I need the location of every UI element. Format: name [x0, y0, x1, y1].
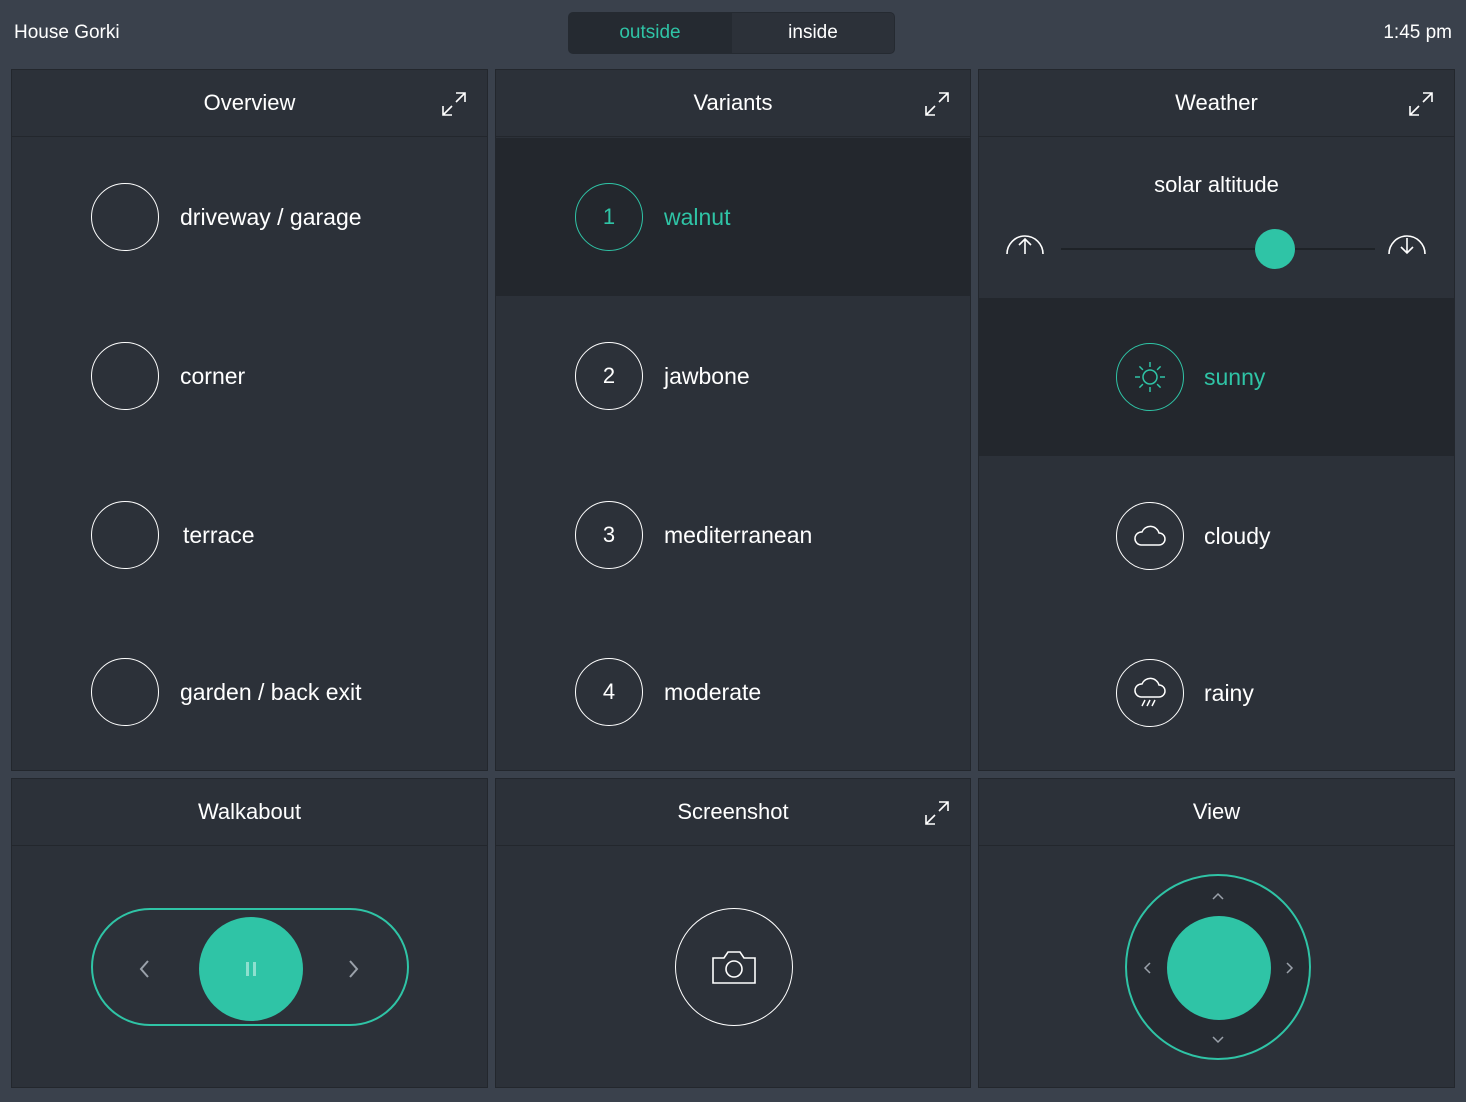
rain-cloud-icon [1116, 659, 1184, 727]
overview-item-label: garden / back exit [180, 679, 362, 705]
variant-label: jawbone [664, 363, 750, 389]
weather-title: Weather [1175, 90, 1258, 115]
overview-item-label: terrace [183, 522, 255, 548]
view-panel: View [978, 778, 1455, 1088]
overview-item-driveway[interactable]: driveway / garage [12, 138, 487, 296]
pause-icon [246, 962, 256, 976]
tab-outside[interactable]: outside [569, 13, 731, 53]
overview-header: Overview [12, 70, 487, 137]
expand-icon[interactable] [924, 91, 950, 117]
overview-item-label: driveway / garage [180, 204, 362, 230]
walkabout-title: Walkabout [197, 799, 302, 824]
weather-item-rainy[interactable]: rainy [979, 614, 1454, 772]
camera-icon [712, 951, 756, 984]
take-screenshot-button[interactable] [675, 908, 793, 1026]
variant-number: 3 [575, 501, 643, 569]
variants-header: Variants [496, 70, 970, 137]
weather-label: rainy [1204, 680, 1254, 706]
cloud-icon [1116, 502, 1184, 570]
chevron-right-icon[interactable] [341, 954, 365, 984]
view-joystick [1125, 874, 1311, 1060]
overview-panel: Overview driveway / garage corner terrac… [11, 69, 488, 771]
variant-item-mediterranean[interactable]: 3 mediterranean [496, 456, 970, 614]
variants-title: Variants [693, 90, 773, 115]
weather-label: sunny [1204, 364, 1266, 390]
variant-item-walnut[interactable]: 1 walnut [496, 138, 970, 296]
walkabout-controls [91, 908, 409, 1026]
variant-label: walnut [664, 204, 731, 230]
joystick-knob[interactable] [1167, 916, 1271, 1020]
chevron-down-icon[interactable] [1210, 1032, 1226, 1048]
weather-panel: Weather solar altitude sunny cloudy rain… [978, 69, 1455, 771]
variant-number: 1 [575, 183, 643, 251]
camera-position-circle [91, 183, 159, 251]
chevron-right-icon[interactable] [1282, 960, 1298, 976]
weather-label: cloudy [1204, 523, 1271, 549]
camera-position-circle [91, 501, 159, 569]
screenshot-header: Screenshot [496, 779, 970, 846]
tab-inside[interactable]: inside [731, 13, 894, 53]
view-header: View [979, 779, 1454, 846]
walkabout-header: Walkabout [12, 779, 487, 846]
variant-number: 4 [575, 658, 643, 726]
expand-icon[interactable] [1408, 91, 1434, 117]
solar-altitude-track[interactable] [1061, 248, 1375, 250]
variant-number: 2 [575, 342, 643, 410]
view-title: View [1192, 799, 1241, 824]
weather-header: Weather [979, 70, 1454, 137]
sun-icon [1116, 343, 1184, 411]
app-title: House Gorki [14, 22, 120, 43]
overview-item-corner[interactable]: corner [12, 297, 487, 455]
camera-position-circle [91, 342, 159, 410]
screenshot-panel: Screenshot [495, 778, 971, 1088]
camera-position-circle [91, 658, 159, 726]
solar-altitude-slider-handle[interactable] [1254, 229, 1295, 269]
chevron-left-icon[interactable] [1139, 960, 1155, 976]
variant-label: moderate [664, 679, 762, 705]
sunset-icon [1388, 235, 1426, 255]
chevron-left-icon[interactable] [133, 954, 157, 984]
top-bar: House Gorki outside inside 1:45 pm [0, 0, 1466, 68]
expand-icon[interactable] [924, 800, 950, 826]
variants-panel: Variants 1 walnut 2 jawbone 3 mediterran… [495, 69, 971, 771]
weather-item-cloudy[interactable]: cloudy [979, 457, 1454, 615]
solar-altitude-label: solar altitude [1154, 172, 1279, 197]
variant-item-moderate[interactable]: 4 moderate [496, 613, 970, 771]
overview-item-garden[interactable]: garden / back exit [12, 613, 487, 771]
variant-label: mediterranean [664, 522, 813, 548]
pause-button[interactable] [199, 917, 303, 1021]
screenshot-title: Screenshot [677, 799, 789, 824]
weather-item-sunny[interactable]: sunny [979, 298, 1454, 456]
sunrise-icon [1006, 235, 1044, 255]
overview-title: Overview [203, 90, 296, 115]
clock: 1:45 pm [1383, 22, 1452, 43]
overview-item-label: corner [180, 363, 246, 389]
expand-icon[interactable] [441, 91, 467, 117]
variant-item-jawbone[interactable]: 2 jawbone [496, 297, 970, 455]
location-mode-toggle: outside inside [568, 12, 895, 54]
chevron-up-icon[interactable] [1210, 888, 1226, 904]
overview-item-terrace[interactable]: terrace [12, 456, 487, 614]
walkabout-panel: Walkabout [11, 778, 488, 1088]
